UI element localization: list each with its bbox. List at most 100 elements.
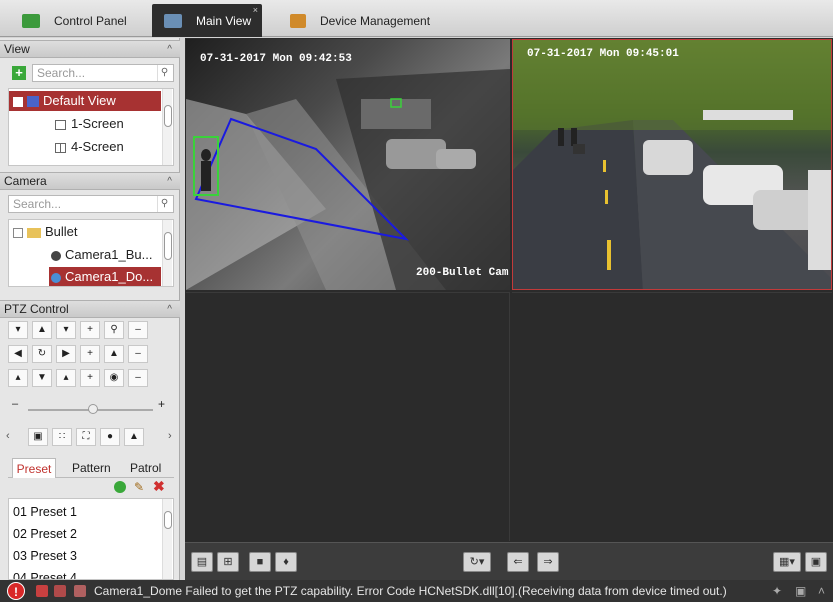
close-tab-icon[interactable]: × [253,5,258,15]
collapse-icon[interactable]: ^ [167,41,172,58]
next-button[interactable]: ⇒ [537,552,559,572]
search-icon[interactable]: ⚲ [157,65,171,81]
list-item[interactable]: 03 Preset 3 [9,545,159,567]
auto-scan-button[interactable]: ↻ [32,345,52,363]
speed-minus-icon[interactable]: – [12,398,18,410]
tree-item-bullet-group[interactable]: Bullet [9,222,161,242]
scroll-thumb[interactable] [164,511,172,529]
view-search-placeholder: Search... [37,66,86,80]
left-panel: View ^ + Search... ⚲ Default View 1-Scre… [0,38,180,580]
zoom-in-button[interactable]: + [80,321,100,339]
camera2-timestamp: 07-31-2017 Mon 09:45:01 [527,48,679,60]
iris-close-button[interactable]: – [128,369,148,387]
scroll-thumb[interactable] [164,232,172,260]
previous-button[interactable]: ⇐ [507,552,529,572]
tree-item-default-view[interactable]: Default View [9,91,161,111]
scroll-thumb[interactable] [164,105,172,127]
camera-icon [51,250,61,261]
window-icon[interactable]: ▣ [795,580,806,602]
wiper-button[interactable]: ▲ [124,428,144,446]
light-button[interactable]: ● [100,428,120,446]
focus-far-button[interactable]: – [128,345,148,363]
ptz-up-button[interactable]: ▲ [32,321,52,339]
top-tab-bar: Control Panel Main View × Device Managem… [0,0,833,37]
camera-section-title: Camera [4,174,47,188]
ptz-section-header[interactable]: PTZ Control ^ [0,300,180,318]
3d-zoom-button[interactable]: ▣ [28,428,48,446]
preset-list-scrollbar[interactable] [162,499,172,579]
camera-tree-scrollbar[interactable] [162,220,172,286]
pin-icon[interactable]: ✦ [772,580,782,602]
ptz-left-button[interactable]: ◀ [8,345,28,363]
stop-all-button[interactable]: ■ [249,552,271,572]
camera-search-placeholder: Search... [13,197,62,211]
device-management-icon [290,13,306,28]
edit-preset-icon[interactable]: ✎ [134,480,144,494]
window-division-button[interactable]: ⊞ [217,552,239,572]
tab-pattern[interactable]: Pattern [72,458,111,478]
camera1-timestamp: 07-31-2017 Mon 09:42:53 [200,53,352,65]
view-section-header[interactable]: View ^ [0,40,180,58]
camera-tree: Bullet Camera1_Bu... Camera1_Do... [8,219,174,287]
view-tree-scrollbar[interactable] [162,89,172,165]
focus-near-button[interactable]: + [80,345,100,363]
speed-slider-handle[interactable] [88,404,98,414]
expand-icon[interactable]: ˄ [818,580,825,602]
zoom-out-button[interactable]: – [128,321,148,339]
tab-label: Control Panel [54,13,127,28]
camera-section-header[interactable]: Camera ^ [0,172,180,190]
auto-switch-button[interactable]: ↻▾ [463,552,491,572]
tree-item-camera1-dome[interactable]: Camera1_Do... [49,267,161,286]
tree-item-camera1-bullet[interactable]: Camera1_Bu... [49,245,161,265]
fullscreen-button[interactable]: ▣ [805,552,827,572]
list-item[interactable]: 04 Preset 4 [9,567,159,579]
list-item[interactable]: 02 Preset 2 [9,523,159,545]
collapse-box-icon[interactable] [13,96,23,107]
video-cell-3[interactable] [186,292,510,541]
iris-open-button[interactable]: + [80,369,100,387]
search-icon[interactable]: ⚲ [157,196,171,212]
list-item[interactable]: 01 Preset 1 [9,501,159,523]
camera-search-input[interactable]: Search... ⚲ [8,195,174,213]
warning-icon[interactable]: ! [7,582,25,600]
event-icon[interactable] [54,585,66,597]
speed-plus-icon[interactable]: + [158,397,165,411]
tab-preset[interactable]: Preset [12,458,56,478]
tab-main-view[interactable]: Main View × [152,4,262,37]
tab-label: Device Management [320,13,431,28]
collapse-icon[interactable]: ^ [167,173,172,190]
ptz-right-button[interactable]: ▶ [56,345,76,363]
save-view-button[interactable]: ▤ [191,552,213,572]
layout-button[interactable]: ▦▾ [773,552,801,572]
ptz-up-right-button[interactable]: ▾ [56,321,76,339]
ptz-down-left-button[interactable]: ▴ [8,369,28,387]
ptz-up-left-button[interactable]: ▾ [8,321,28,339]
add-view-icon[interactable]: + [12,66,26,80]
ptz-down-right-button[interactable]: ▴ [56,369,76,387]
ptz-down-button[interactable]: ▼ [32,369,52,387]
call-preset-icon[interactable] [114,481,126,493]
video-cell-1[interactable]: 07-31-2017 Mon 09:42:53 200-Bullet Cam [186,39,510,290]
tree-item-label: Camera1_Do... [65,269,154,284]
scroll-left-icon[interactable]: ‹ [6,430,10,442]
log-icon[interactable] [74,585,86,597]
audio-button[interactable]: ♦ [275,552,297,572]
collapse-icon[interactable]: ^ [167,301,172,318]
video-cell-2[interactable]: 07-31-2017 Mon 09:45:01 [512,39,832,290]
camera1-label: 200-Bullet Cam [416,267,509,279]
center-button[interactable]: ∷ [52,428,72,446]
tab-device-management[interactable]: Device Management [278,4,438,37]
tab-patrol[interactable]: Patrol [130,458,161,478]
collapse-box-icon[interactable] [13,227,23,238]
alarm-icon[interactable] [36,585,48,597]
camera1-scene [186,69,510,290]
tree-item-4-screen[interactable]: 4-Screen [55,137,173,157]
tree-item-1-screen[interactable]: 1-Screen [55,114,173,134]
delete-preset-icon[interactable]: ✖ [153,478,165,495]
video-cell-4[interactable] [512,292,832,541]
scroll-right-icon[interactable]: › [168,430,172,442]
tab-label: Main View [196,13,252,28]
fullscreen-ptz-button[interactable]: ⛶ [76,428,96,446]
view-search-input[interactable]: Search... ⚲ [32,64,174,82]
tab-control-panel[interactable]: Control Panel [10,4,150,37]
